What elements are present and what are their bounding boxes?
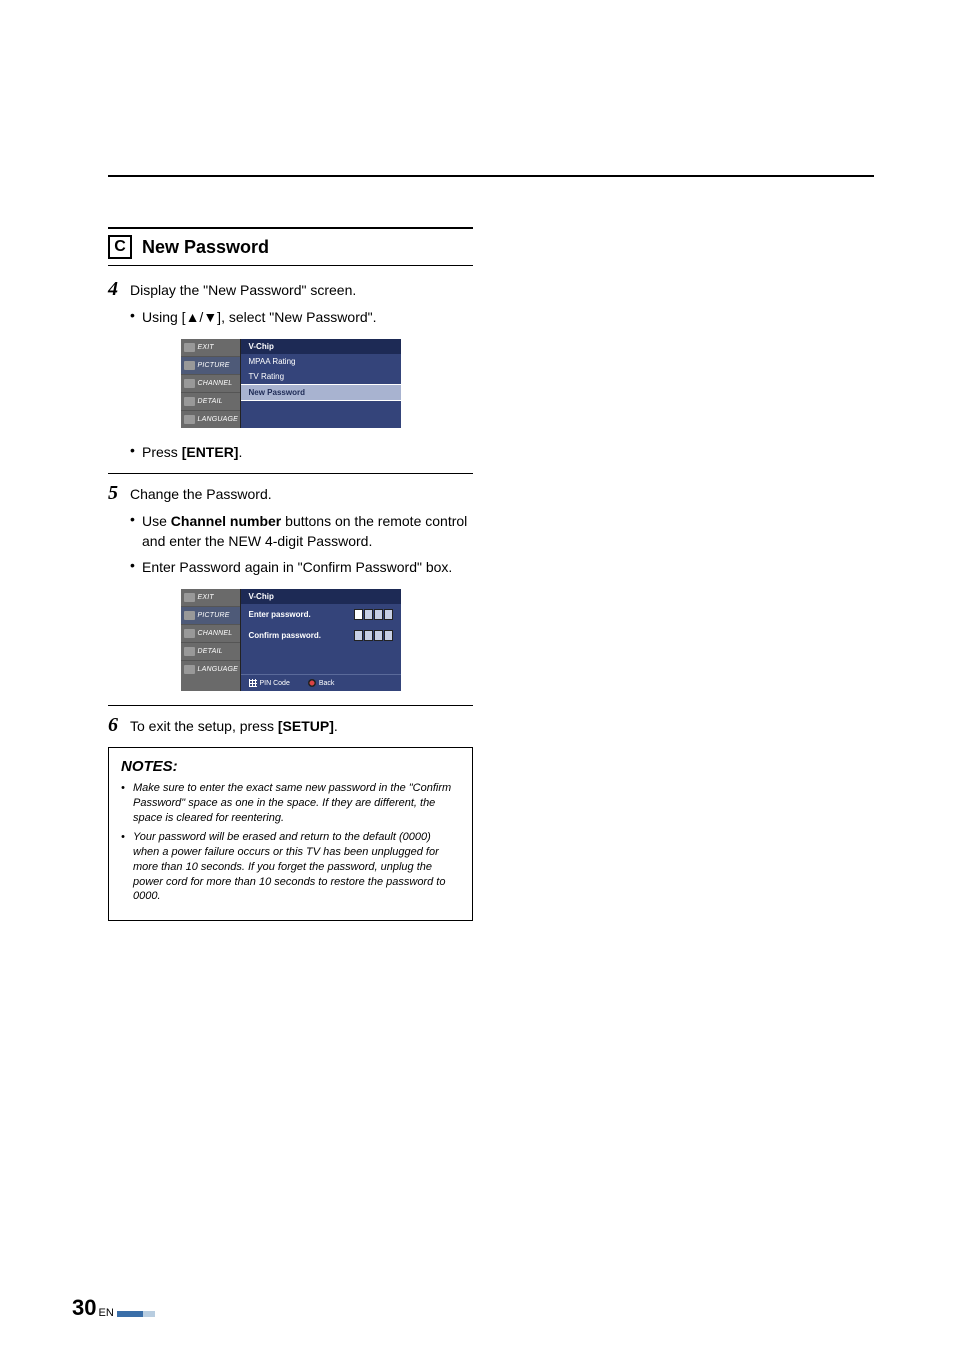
page-number: 30 EN <box>72 1295 155 1321</box>
osd-nav-language-2: LANGUAGE <box>181 661 240 678</box>
grid-icon <box>249 679 257 687</box>
osd-row-tvrating: TV Rating <box>241 369 401 384</box>
osd-nav-picture-2: PICTURE <box>181 607 240 625</box>
osd-row-mpaa: MPAA Rating <box>241 354 401 369</box>
osd-title-2: V-Chip <box>241 589 401 604</box>
notes-title: NOTES: <box>121 758 460 775</box>
divider-2 <box>108 705 473 706</box>
osd-confirm-password: Confirm password. <box>241 625 401 646</box>
osd-nav-exit-2: EXIT <box>181 589 240 607</box>
osd-nav-language: LANGUAGE <box>181 411 240 428</box>
osd-footer: PIN Code Back <box>241 674 401 691</box>
step-5: 5 Change the Password. <box>108 482 473 505</box>
step-4-text: Display the "New Password" screen. <box>130 282 473 298</box>
step-6-number: 6 <box>108 714 124 737</box>
password-boxes-1 <box>354 609 393 620</box>
osd-nav-detail-2: DETAIL <box>181 643 240 661</box>
osd-enter-password: Enter password. <box>241 604 401 625</box>
step-4-bullet-1: • Using [▲/▼], select "New Password". <box>130 307 473 327</box>
osd-nav-picture: PICTURE <box>181 357 240 375</box>
osd-nav-exit: EXIT <box>181 339 240 357</box>
osd-panel-1: V-Chip MPAA Rating TV Rating New Passwor… <box>241 339 401 428</box>
osd-footer-pincode: PIN Code <box>249 679 290 687</box>
step-4: 4 Display the "New Password" screen. <box>108 278 473 301</box>
osd-screenshot-1: EXIT PICTURE CHANNEL DETAIL LANGUAGE V-C… <box>181 339 401 428</box>
page-bar-icon <box>117 1311 143 1317</box>
osd-panel-2: V-Chip Enter password. Confirm password.… <box>241 589 401 691</box>
divider <box>108 473 473 474</box>
section-letter: C <box>108 235 132 259</box>
page-bar-icon-2 <box>143 1311 155 1317</box>
step-5-bullet-1: • Use Channel number buttons on the remo… <box>130 511 473 552</box>
top-divider <box>108 175 874 177</box>
step-5-text: Change the Password. <box>130 486 473 502</box>
osd-nav-detail: DETAIL <box>181 393 240 411</box>
password-boxes-2 <box>354 630 393 641</box>
osd-nav-2: EXIT PICTURE CHANNEL DETAIL LANGUAGE <box>181 589 241 691</box>
osd-title-1: V-Chip <box>241 339 401 354</box>
osd-row-newpassword: New Password <box>241 384 401 401</box>
disc-icon <box>308 679 316 687</box>
notes-item-1: • Make sure to enter the exact same new … <box>121 781 460 826</box>
notes-box: NOTES: • Make sure to enter the exact sa… <box>108 747 473 921</box>
step-5-bullet-2: • Enter Password again in "Confirm Passw… <box>130 557 473 577</box>
step-4-number: 4 <box>108 278 124 301</box>
section-title: New Password <box>142 237 269 258</box>
osd-footer-back: Back <box>308 679 335 687</box>
notes-item-2: • Your password will be erased and retur… <box>121 830 460 904</box>
osd-nav-channel-2: CHANNEL <box>181 625 240 643</box>
step-6: 6 To exit the setup, press [SETUP]. <box>108 714 473 737</box>
osd-screenshot-2: EXIT PICTURE CHANNEL DETAIL LANGUAGE V-C… <box>181 589 401 691</box>
step-6-text: To exit the setup, press [SETUP]. <box>130 718 473 734</box>
section-header: C New Password <box>108 227 473 266</box>
osd-nav: EXIT PICTURE CHANNEL DETAIL LANGUAGE <box>181 339 241 428</box>
step-5-number: 5 <box>108 482 124 505</box>
step-4-bullet-2: • Press [ENTER]. <box>130 442 473 462</box>
osd-nav-channel: CHANNEL <box>181 375 240 393</box>
